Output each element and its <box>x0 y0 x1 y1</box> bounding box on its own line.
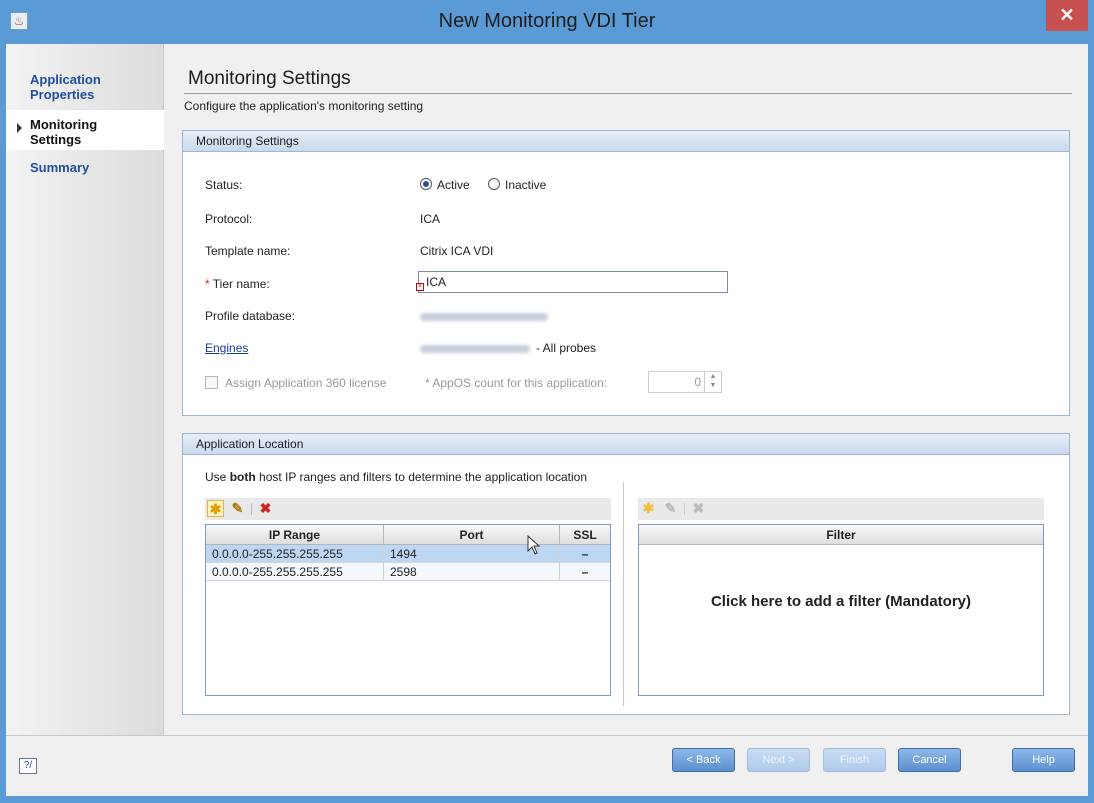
col-ssl[interactable]: SSL <box>560 525 610 545</box>
ssl-cell: – <box>560 545 610 563</box>
nav-label: Properties <box>30 87 95 102</box>
ssl-cell: – <box>560 563 610 581</box>
protocol-label: Protocol: <box>205 212 253 226</box>
delete-x-icon[interactable]: ✖ <box>690 500 707 517</box>
protocol-value: ICA <box>420 212 441 226</box>
add-star-icon[interactable]: ✱ <box>207 500 224 517</box>
status-label: Status: <box>205 178 243 192</box>
instruction-text: Use <box>205 470 230 484</box>
table-row[interactable]: 0.0.0.0-255.255.255.255 2598 – <box>206 563 610 581</box>
help-info-icon[interactable]: ?/ <box>19 758 37 774</box>
title-divider <box>184 93 1072 94</box>
tier-name-text: Tier name: <box>212 277 270 291</box>
add-filter-prompt[interactable]: Click here to add a filter (Mandatory) <box>639 593 1043 610</box>
mouse-cursor-icon <box>527 535 541 555</box>
col-filter[interactable]: Filter <box>639 525 1043 545</box>
profile-db-value-redacted <box>420 313 548 321</box>
help-button[interactable]: Help <box>1012 748 1075 772</box>
status-inactive-label[interactable]: Inactive <box>505 178 546 192</box>
back-button[interactable]: < Back <box>672 748 735 772</box>
wizard-nav: Application Properties Monitoring Settin… <box>6 44 164 735</box>
nav-label: Summary <box>30 160 90 175</box>
tier-name-value: ICA <box>426 275 447 289</box>
instruction-bold: both <box>229 470 256 484</box>
filter-table: Filter Click here to add a filter (Manda… <box>638 524 1044 696</box>
application-location-panel: Application Location Use both host IP ra… <box>182 433 1070 715</box>
nav-item-monitoring-settings[interactable]: Monitoring Settings <box>30 117 97 147</box>
appos-count-value: 0 <box>694 375 701 389</box>
license-label: Assign Application 360 license <box>225 376 387 390</box>
required-mark: * <box>205 277 210 291</box>
next-button[interactable]: Next > <box>747 748 810 772</box>
ip-range-toolbar: ✱ ✎ ✖ <box>205 498 611 520</box>
title-bar: ♨ New Monitoring VDI Tier ✕ <box>0 0 1094 44</box>
table-row[interactable]: 0.0.0.0-255.255.255.255 1494 – <box>206 545 610 563</box>
stepper-arrows-icon[interactable]: ▲ ▼ <box>704 372 721 392</box>
profile-db-label: Profile database: <box>205 309 296 323</box>
page-subtitle: Configure the application's monitoring s… <box>184 99 424 113</box>
window-frame: ♨ New Monitoring VDI Tier ✕ Application … <box>0 0 1094 803</box>
finish-button[interactable]: Finish <box>823 748 886 772</box>
status-active-radio[interactable] <box>420 178 432 190</box>
add-star-icon[interactable]: ✱ <box>640 500 657 517</box>
edit-pencil-icon[interactable]: ✎ <box>229 500 246 517</box>
nav-label: Settings <box>30 132 82 147</box>
dialog-footer: ?/ < Back Next > Finish Cancel Help <box>6 735 1088 796</box>
edit-pencil-icon[interactable]: ✎ <box>662 500 679 517</box>
port-cell: 2598 <box>384 563 560 581</box>
panel-header: Application Location <box>183 434 1069 455</box>
nav-label: Monitoring <box>30 117 98 132</box>
status-inactive-radio[interactable] <box>488 178 500 190</box>
tier-name-label: * Tier name: <box>205 277 270 291</box>
ip-range-cell: 0.0.0.0-255.255.255.255 <box>206 563 384 581</box>
panel-header: Monitoring Settings <box>183 131 1069 152</box>
ip-range-table: IP Range Port SSL 0.0.0.0-255.255.255.25… <box>205 524 611 696</box>
engines-link[interactable]: Engines <box>205 341 248 355</box>
col-ip-range[interactable]: IP Range <box>206 525 384 545</box>
ip-range-cell: 0.0.0.0-255.255.255.255 <box>206 545 384 563</box>
monitoring-settings-panel: Monitoring Settings Status: Active Inact… <box>182 130 1070 416</box>
template-value: Citrix ICA VDI <box>420 244 494 258</box>
tier-name-input[interactable]: × ICA <box>416 271 728 293</box>
dialog-client: Application Properties Monitoring Settin… <box>6 44 1088 796</box>
section-divider <box>623 482 624 706</box>
close-button[interactable]: ✕ <box>1046 0 1088 31</box>
engine-name-redacted <box>420 345 530 353</box>
status-active-label[interactable]: Active <box>437 178 470 192</box>
nav-label: Application <box>30 72 101 87</box>
page-title: Monitoring Settings <box>188 68 351 89</box>
template-label: Template name: <box>205 244 291 258</box>
instruction-text: host IP ranges and filters to determine … <box>255 470 587 484</box>
appos-count-stepper[interactable]: 0 ▲ ▼ <box>648 371 722 393</box>
cancel-button[interactable]: Cancel <box>898 748 961 772</box>
content-area: Monitoring Settings Configure the applic… <box>164 44 1088 735</box>
location-instruction: Use both host IP ranges and filters to d… <box>205 470 587 484</box>
nav-item-summary[interactable]: Summary <box>30 160 89 175</box>
license-checkbox[interactable] <box>205 376 218 389</box>
nav-item-application-properties[interactable]: Application Properties <box>30 72 101 102</box>
toolbar-divider <box>684 503 685 515</box>
nav-current-arrow-icon <box>17 123 22 133</box>
appos-label: * AppOS count for this application: <box>425 376 608 390</box>
toolbar-divider <box>251 503 252 515</box>
filter-toolbar: ✱ ✎ ✖ <box>638 498 1044 520</box>
validation-error-icon: × <box>416 283 424 291</box>
engines-suffix: - All probes <box>536 341 597 355</box>
window-title: New Monitoring VDI Tier <box>438 10 656 32</box>
delete-x-icon[interactable]: ✖ <box>257 500 274 517</box>
